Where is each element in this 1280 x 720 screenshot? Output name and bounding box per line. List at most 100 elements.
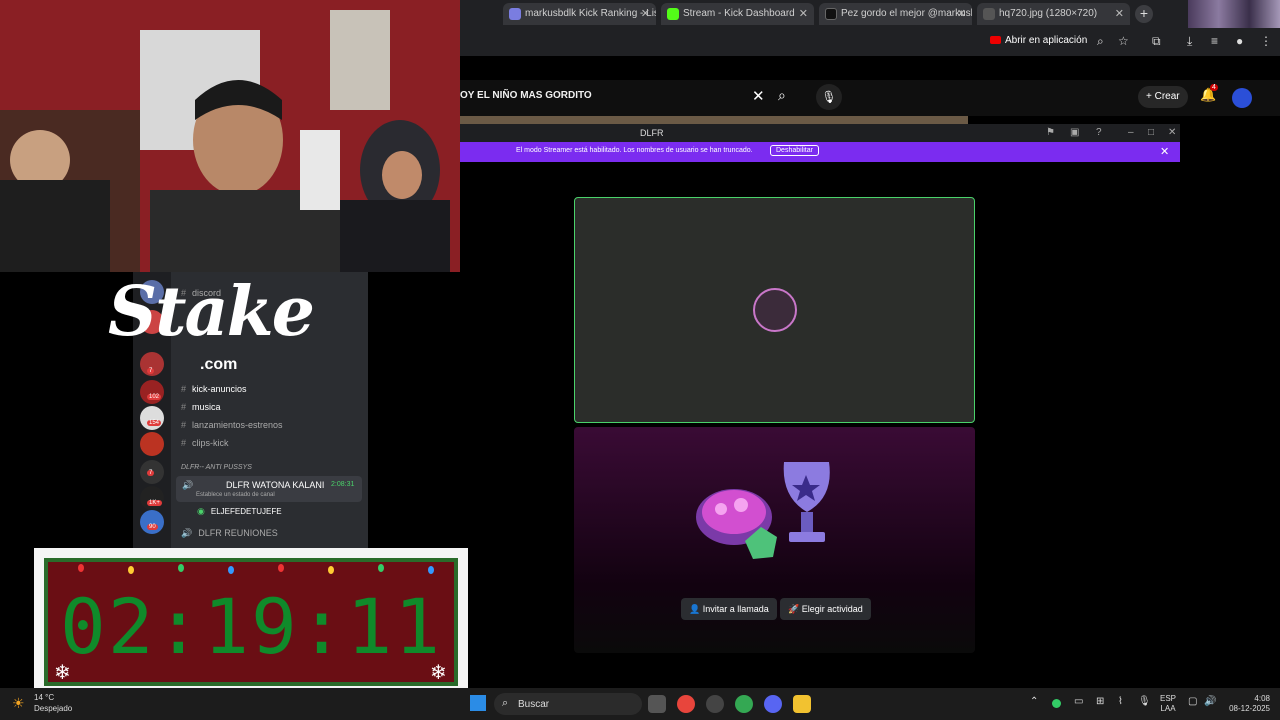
chrome-icon[interactable] (735, 695, 753, 713)
clear-icon[interactable]: ✕ (752, 87, 765, 105)
maximize-icon[interactable]: □ (1148, 127, 1154, 138)
voice-channel-label: DLFR WATONA KALANI (226, 480, 325, 490)
tray-icon[interactable]: ▭ (1074, 696, 1083, 707)
tab-kick-dashboard[interactable]: Stream - Kick Dashboard ✕ (661, 3, 814, 25)
chrome-icon[interactable] (677, 695, 695, 713)
zoom-icon[interactable]: ⌕ (1097, 34, 1104, 49)
taskbar-search[interactable]: ⌕ Buscar (494, 693, 642, 715)
weather-temperature[interactable]: 14 °C (34, 693, 54, 702)
server-icon[interactable] (140, 510, 164, 534)
menu-icon[interactable]: ⋮ (1260, 34, 1272, 48)
weather-description[interactable]: Despejado (34, 704, 72, 713)
light-icon (428, 566, 434, 574)
disable-streamer-button[interactable]: Deshabilitar (770, 145, 819, 156)
voice-user[interactable]: ◉ ELJEFEDETUJEFE (197, 506, 282, 517)
notification-badge: 102 (147, 394, 162, 400)
plus-icon: + (1146, 91, 1155, 102)
tab-tiktok[interactable]: Pez gordo el mejor @markush ✕ (819, 3, 972, 25)
channel-kick-anuncios[interactable]: # kick-anuncios (181, 384, 247, 394)
server-icon[interactable] (140, 432, 164, 456)
server-icon[interactable] (140, 406, 164, 430)
snowflake-icon: ❄ (430, 662, 447, 684)
volume-icon[interactable]: 🔊 (1204, 696, 1216, 707)
display-icon[interactable]: ▢ (1188, 696, 1197, 707)
voice-user-tile[interactable] (574, 197, 975, 423)
file-explorer-icon[interactable] (793, 695, 811, 713)
media-icon[interactable]: ≡ (1211, 34, 1218, 48)
grid-icon[interactable]: ⊞ (1096, 696, 1104, 707)
microphone-icon[interactable]: 🎙 (1138, 696, 1151, 707)
network-icon[interactable]: ⌇ (1118, 696, 1123, 707)
speaker-icon: 🔊 (181, 528, 193, 538)
app-icon[interactable] (706, 695, 724, 713)
tab-favicon-icon (509, 8, 521, 20)
avatar: ◉ (197, 506, 205, 516)
channel-clips-kick[interactable]: # clips-kick (181, 438, 229, 448)
add-user-icon: 👤 (689, 604, 703, 614)
clock-date: 08-12-2025 (1229, 704, 1270, 713)
clock[interactable]: 4:08 08-12-2025 (1226, 694, 1270, 714)
profile-icon[interactable]: ● (1236, 34, 1243, 48)
avatar[interactable] (1232, 88, 1252, 108)
status-icon[interactable] (1052, 699, 1061, 708)
countdown-timer-widget: 02:19:11 ❄ ❄ (34, 548, 468, 696)
chevron-up-icon[interactable]: ⌃ (1030, 696, 1038, 707)
activity-label: Elegir actividad (801, 604, 863, 614)
server-icon[interactable] (140, 486, 164, 510)
tab-kick-ranking[interactable]: markusbdlk Kick Ranking - List ✕ (503, 3, 656, 25)
layout-code: LAA (1160, 704, 1176, 713)
discord-titlebar: DLFR ⚑ ▣ ? – □ ✕ (460, 124, 1180, 142)
close-icon[interactable]: ✕ (957, 7, 966, 20)
screen-icon[interactable]: ▣ (1070, 127, 1079, 138)
voice-status[interactable]: Establece un estado de canal (196, 492, 275, 498)
light-icon (378, 564, 384, 572)
choose-activity-button[interactable]: 🚀 Elegir actividad (780, 598, 871, 620)
search-icon: ⌕ (502, 697, 509, 709)
close-icon[interactable]: ✕ (799, 7, 808, 20)
youtube-icon (990, 36, 1001, 44)
channel-label: musica (192, 402, 221, 412)
new-tab-button[interactable]: + (1135, 5, 1153, 23)
download-icon[interactable]: ⤓ (1187, 34, 1192, 49)
hash-icon: # (181, 402, 187, 412)
webcam-overlay (0, 0, 460, 272)
stake-domain: .com (200, 356, 238, 373)
search-icon[interactable]: ⌕ (778, 87, 786, 104)
image-icon (983, 8, 995, 20)
invite-to-call-button[interactable]: 👤 Invitar a llamada (681, 598, 777, 620)
notification-badge: 1K+ (147, 500, 162, 506)
clock-time: 4:08 (1254, 694, 1270, 703)
close-icon[interactable]: ✕ (1160, 145, 1169, 158)
browser-toolbar: Abrir en aplicación ⌕ ☆ ⧉ ⤓ ≡ ● ⋮ (460, 28, 1280, 56)
voice-channel-active[interactable]: 🔊 DLFR WATONA KALANI 2:08:31 Establece u… (176, 476, 362, 502)
hash-icon: # (181, 438, 187, 448)
weather-icon: ☀ (12, 695, 25, 711)
tab-image[interactable]: hq720.jpg (1280×720) ✕ (977, 3, 1130, 25)
channel-musica[interactable]: # musica (181, 402, 221, 412)
rocket-icon: 🚀 (788, 604, 802, 614)
help-icon[interactable]: ? (1096, 127, 1102, 138)
hash-icon: # (181, 420, 187, 430)
task-view-icon[interactable] (648, 695, 666, 713)
minimize-icon[interactable]: – (1128, 127, 1134, 138)
close-icon[interactable]: ✕ (1115, 7, 1124, 20)
kick-icon (667, 8, 679, 20)
open-in-app-button[interactable]: Abrir en aplicación (990, 35, 1087, 46)
voice-channel-reuniones[interactable]: 🔊 DLFR REUNIONES (181, 528, 278, 539)
language-indicator[interactable]: ESP LAA (1160, 694, 1176, 714)
flag-icon[interactable]: ⚑ (1046, 127, 1055, 138)
discord-icon[interactable] (764, 695, 782, 713)
extensions-icon[interactable]: ⧉ (1152, 34, 1161, 49)
close-icon[interactable]: ✕ (641, 7, 650, 20)
windows-start-icon[interactable] (470, 695, 486, 711)
avatar (753, 288, 797, 332)
microphone-icon[interactable]: 🎙 (816, 84, 842, 110)
channel-lanzamientos[interactable]: # lanzamientos-estrenos (181, 420, 283, 430)
star-icon[interactable]: ☆ (1118, 34, 1129, 48)
notification-badge: 4 (1210, 84, 1218, 91)
category-header[interactable]: DLFR-- ANTI PUSSYS (181, 464, 252, 471)
search-input[interactable]: OY EL NIÑO MAS GORDITO (460, 90, 592, 101)
close-icon[interactable]: ✕ (1168, 127, 1176, 138)
server-icon[interactable] (140, 380, 164, 404)
create-button[interactable]: + Crear (1138, 86, 1188, 108)
